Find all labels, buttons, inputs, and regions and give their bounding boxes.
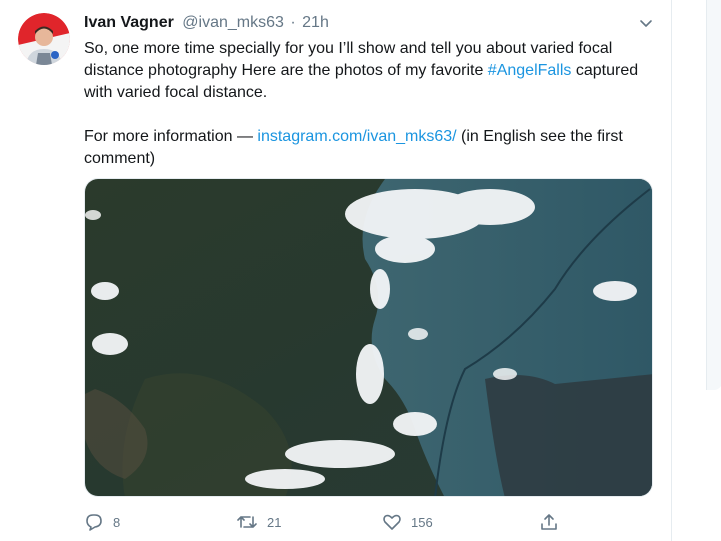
heart-icon [383, 514, 401, 530]
timestamp[interactable]: 21h [302, 14, 329, 31]
like-button[interactable]: 156 [382, 508, 433, 536]
tweet-photo[interactable] [84, 178, 653, 497]
reply-button[interactable]: 8 [84, 508, 120, 536]
like-count: 156 [411, 514, 433, 530]
tweet-text: So, one more time specially for you I’ll… [84, 38, 659, 170]
scrollbar[interactable] [706, 0, 721, 390]
share-button[interactable] [539, 508, 568, 536]
reply-count: 8 [113, 514, 121, 530]
author-handle[interactable]: @ivan_mks63 [182, 14, 284, 31]
tweet-header: Ivan Vagner @ivan_mks63 · 21h [84, 12, 329, 34]
retweet-icon [237, 516, 257, 528]
tweet-paragraph-1: So, one more time specially for you I’ll… [84, 38, 659, 104]
author-name[interactable]: Ivan Vagner [84, 14, 174, 31]
retweet-count: 21 [267, 514, 282, 530]
tweet-paragraph-2: For more information — instagram.com/iva… [84, 126, 659, 170]
tweet-text-part: For more information — [84, 128, 258, 145]
chevron-down-icon[interactable] [637, 14, 655, 32]
reply-icon [86, 514, 102, 531]
share-icon [541, 514, 557, 530]
hashtag-link[interactable]: #AngelFalls [488, 62, 572, 79]
instagram-link[interactable]: instagram.com/ivan_mks63/ [257, 128, 456, 145]
tweet-actions: 8 21 156 [84, 508, 564, 536]
separator: · [290, 14, 296, 31]
retweet-button[interactable]: 21 [236, 508, 281, 536]
tweet[interactable]: Ivan Vagner @ivan_mks63 · 21h So, one mo… [0, 0, 672, 541]
avatar[interactable] [18, 13, 70, 65]
